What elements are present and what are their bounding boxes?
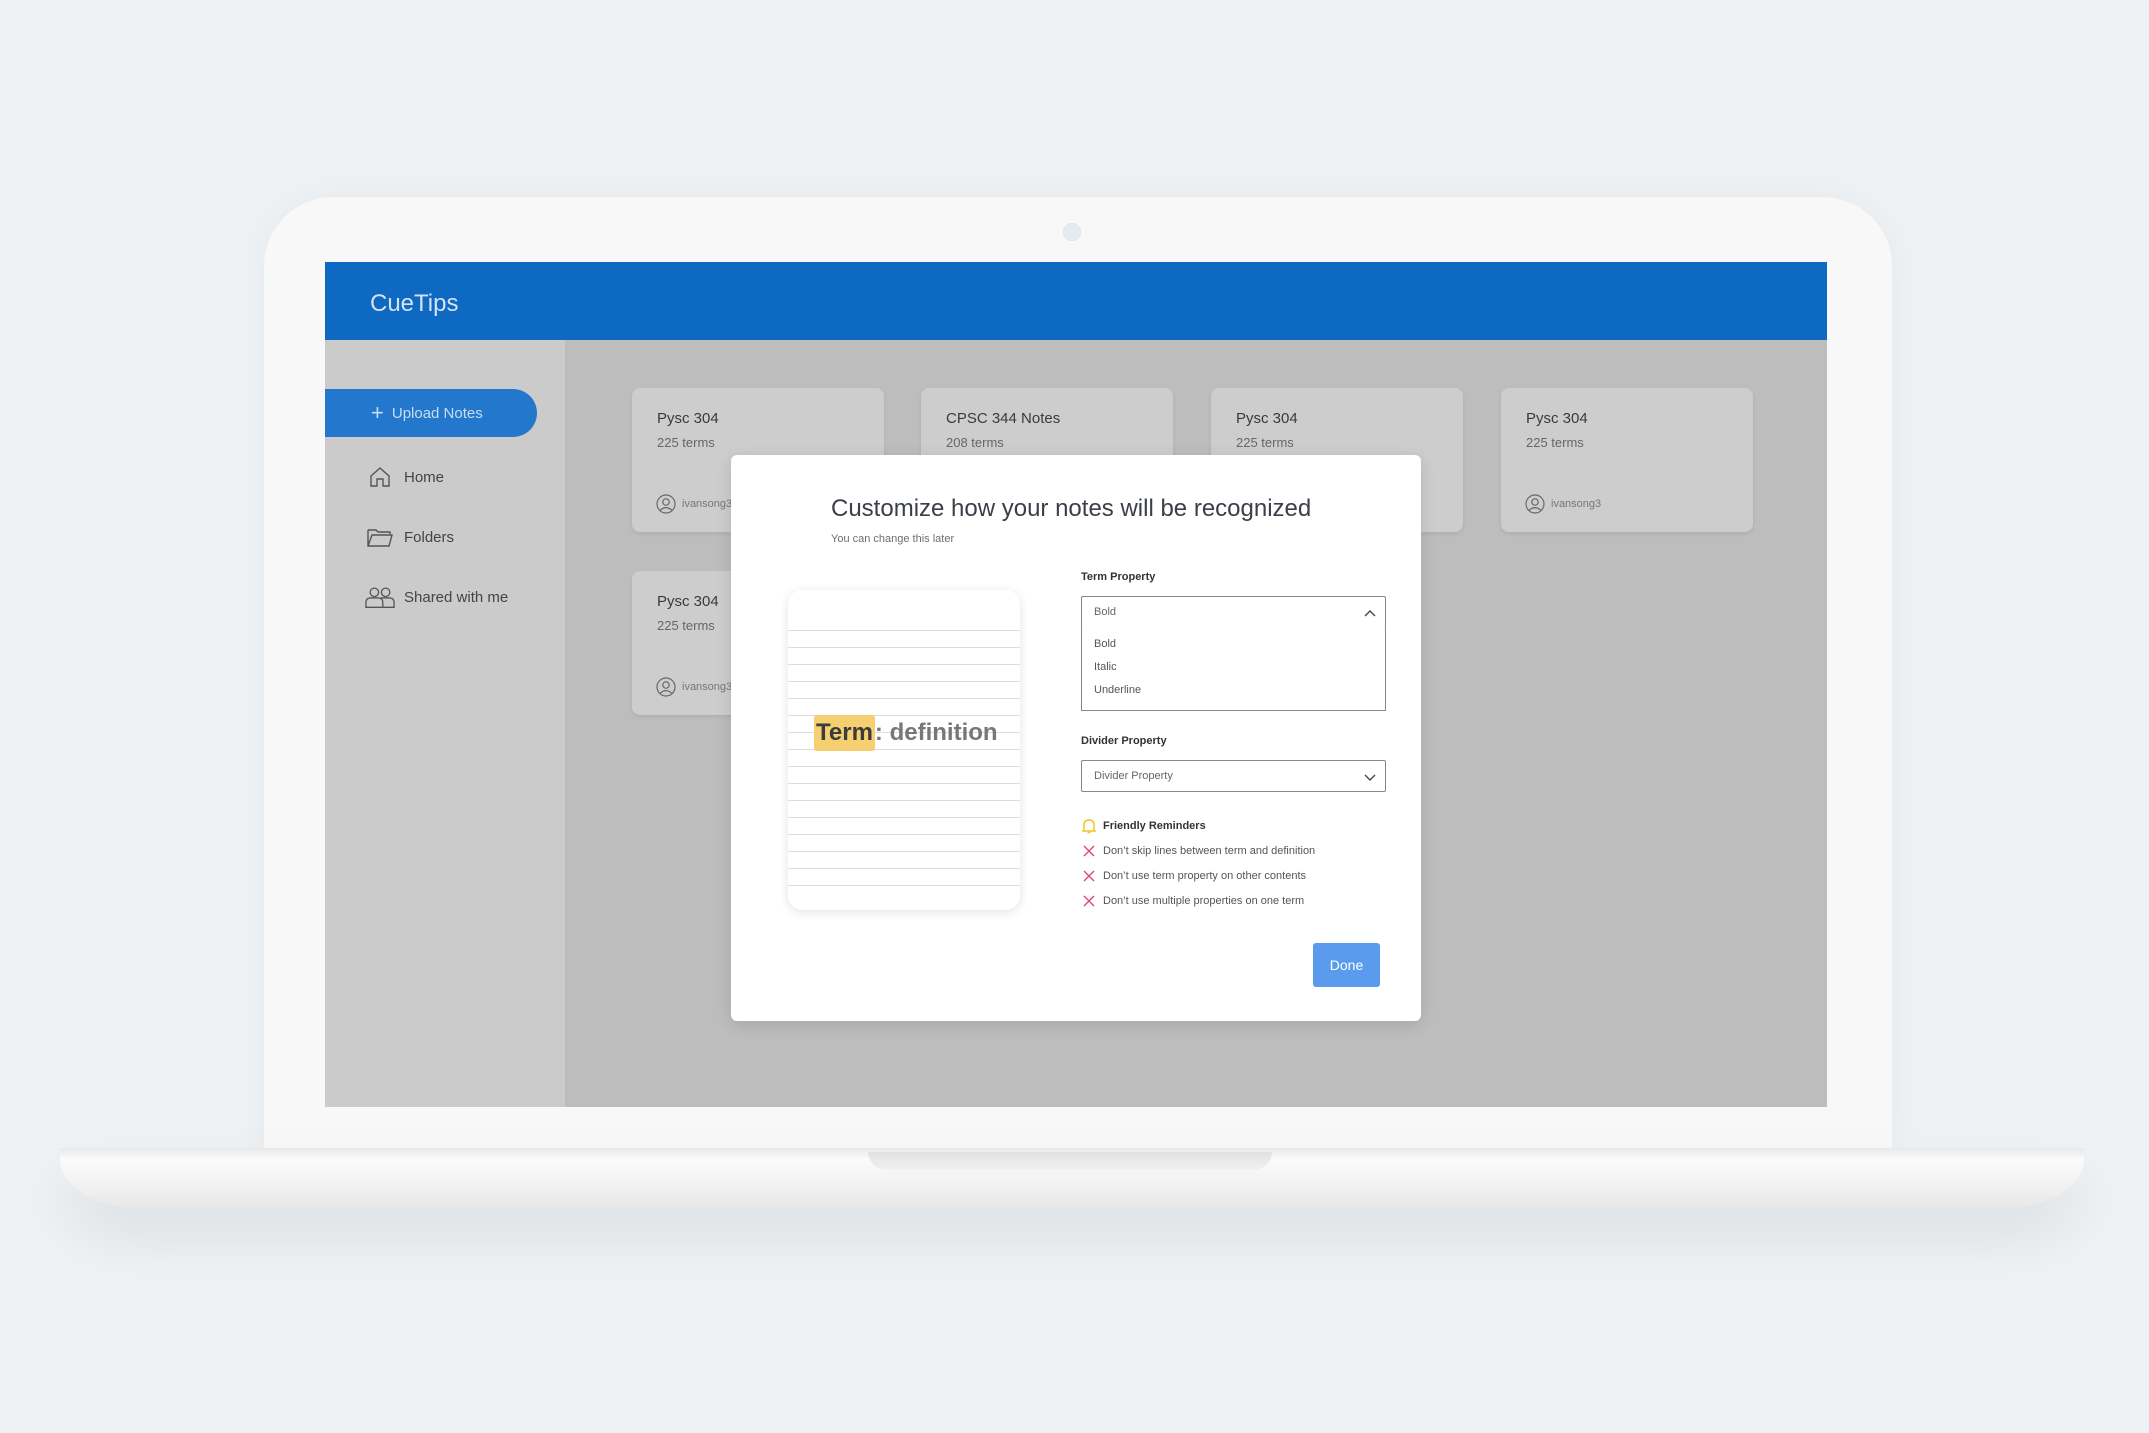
note-preview: Term: definition <box>788 590 1020 910</box>
card-term-count: 225 terms <box>1526 435 1584 450</box>
camera <box>1063 223 1081 241</box>
card-title: CPSC 344 Notes <box>946 410 1061 427</box>
card-owner: ivansong3 <box>656 677 732 697</box>
user-icon <box>656 494 676 514</box>
reminder-item: Don’t skip lines between term and defini… <box>1081 838 1315 863</box>
home-icon <box>365 464 395 490</box>
reminders-heading: Friendly Reminders <box>1081 813 1315 838</box>
card-owner-name: ivansong3 <box>682 498 733 510</box>
folder-icon <box>365 524 395 550</box>
card-title: Pysc 304 <box>1236 410 1298 427</box>
note-card[interactable]: Pysc 304 225 terms ivansong3 <box>1501 388 1753 532</box>
sidebar-item-label: Folders <box>404 528 455 546</box>
chevron-down-icon <box>1364 774 1376 781</box>
reminder-item: Don’t use term property on other content… <box>1081 863 1315 888</box>
app-header: CueTips <box>325 262 1827 340</box>
sidebar-item-shared[interactable]: Shared with me <box>365 584 508 610</box>
card-title: Pysc 304 <box>657 410 719 427</box>
customize-dialog: Customize how your notes will be recogni… <box>731 455 1421 1021</box>
x-icon <box>1081 868 1097 884</box>
laptop-notch <box>868 1152 1272 1170</box>
preview-separator: : <box>874 719 883 746</box>
reminder-item: Don’t use multiple properties on one ter… <box>1081 888 1315 913</box>
divider-property-select[interactable]: Divider Property <box>1081 760 1386 792</box>
sidebar-item-label: Shared with me <box>404 588 509 606</box>
card-title: Pysc 304 <box>1526 410 1588 427</box>
dialog-title: Customize how your notes will be recogni… <box>831 495 1312 522</box>
x-icon <box>1081 843 1097 859</box>
friendly-reminders: Friendly Reminders Don’t skip lines betw… <box>1081 813 1315 913</box>
divider-property-value: Divider Property <box>1094 770 1173 782</box>
preview-definition: definition <box>882 719 998 746</box>
card-owner-name: ivansong3 <box>1551 498 1602 510</box>
option-bold[interactable]: Bold <box>1082 633 1385 656</box>
preview-term: Term <box>814 715 875 751</box>
user-icon <box>1525 494 1545 514</box>
app-title: CueTips <box>370 290 459 317</box>
plus-icon: + <box>371 400 384 425</box>
card-term-count: 225 terms <box>1236 435 1294 450</box>
user-icon <box>656 677 676 697</box>
term-property-label: Term Property <box>1081 571 1156 583</box>
ruled-lines <box>788 614 1020 900</box>
sidebar-item-label: Home <box>404 468 445 486</box>
option-italic[interactable]: Italic <box>1082 656 1385 679</box>
upload-notes-label: Upload Notes <box>391 404 483 422</box>
divider-property-label: Divider Property <box>1081 735 1167 747</box>
term-property-value: Bold <box>1094 606 1117 618</box>
sidebar: + Upload Notes Home Folders Shared with … <box>325 340 565 1107</box>
card-owner: ivansong3 <box>1525 494 1601 514</box>
term-property-select[interactable]: Bold <box>1081 596 1386 628</box>
bell-icon <box>1081 818 1097 834</box>
card-owner-name: ivansong3 <box>682 681 733 693</box>
dialog-subtitle: You can change this later <box>831 533 955 545</box>
card-owner: ivansong3 <box>656 494 732 514</box>
chevron-up-icon <box>1364 610 1376 617</box>
x-icon <box>1081 893 1097 909</box>
done-button[interactable]: Done <box>1313 943 1380 987</box>
preview-text: Term: definition <box>814 715 998 751</box>
upload-notes-button[interactable]: + Upload Notes <box>325 389 537 437</box>
sidebar-item-home[interactable]: Home <box>365 464 444 490</box>
term-property-options: Bold Italic Underline <box>1081 627 1386 711</box>
card-term-count: 208 terms <box>946 435 1004 450</box>
sidebar-item-folders[interactable]: Folders <box>365 524 454 550</box>
people-icon <box>365 584 395 610</box>
option-underline[interactable]: Underline <box>1082 679 1385 702</box>
card-term-count: 225 terms <box>657 435 715 450</box>
